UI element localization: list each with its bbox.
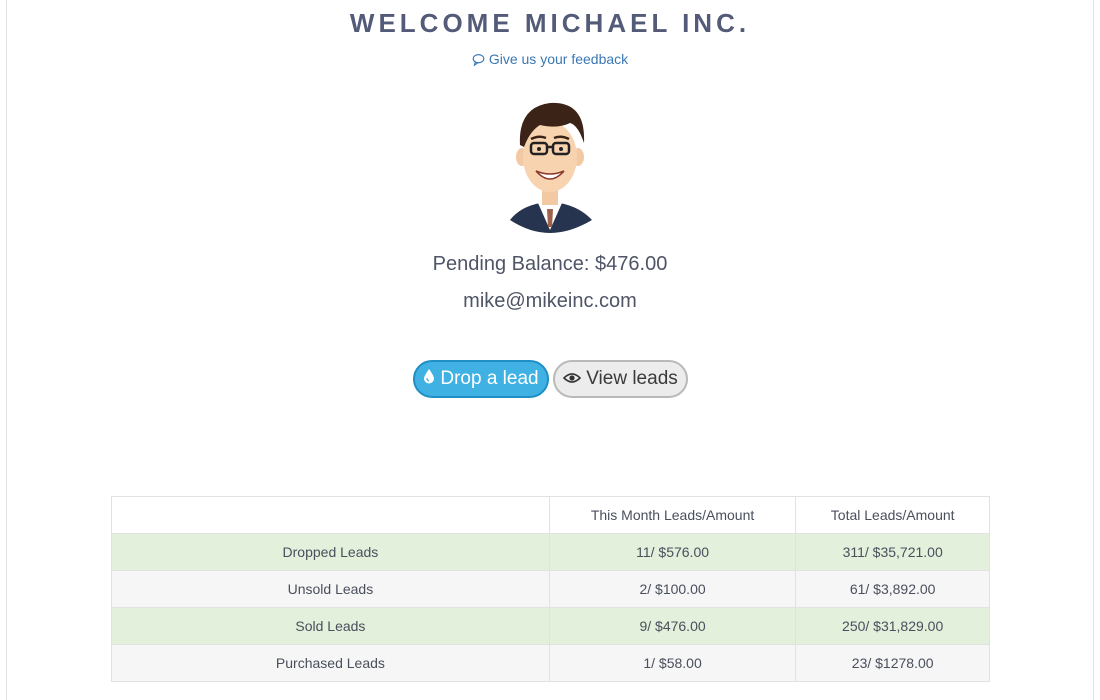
view-leads-button[interactable]: View leads [553,360,688,398]
row-total-value: 23/ $1278.00 [795,644,990,682]
comment-icon [472,53,485,69]
feedback-link-label: Give us your feedback [488,51,629,67]
page-title: WELCOME MICHAEL INC. [349,8,751,38]
column-header-total: Total Leads/Amount [795,496,990,534]
pending-balance: Pending Balance: $476.00 [432,253,668,275]
row-month-value: 1/ $58.00 [548,644,797,682]
drop-lead-label: Drop a lead [440,368,539,389]
table-row: Sold Leads 9/ $476.00 250/ $31,829.00 [111,607,990,645]
table-row: Unsold Leads 2/ $100.00 61/ $3,892.00 [111,570,990,608]
row-label: Sold Leads [111,607,550,645]
view-leads-label: View leads [586,368,678,389]
user-email: mike@mikeinc.com [463,290,637,312]
row-month-value: 9/ $476.00 [548,607,797,645]
avatar [500,95,600,235]
row-label: Dropped Leads [111,533,550,571]
drop-lead-button[interactable]: Drop a lead [413,360,549,398]
row-total-value: 250/ $31,829.00 [795,607,990,645]
drop-icon [423,368,440,390]
row-month-value: 2/ $100.00 [548,570,797,608]
table-row: Dropped Leads 11/ $576.00 311/ $35,721.0… [111,533,990,571]
table-row: Purchased Leads 1/ $58.00 23/ $1278.00 [111,644,990,682]
feedback-link[interactable]: Give us your feedback [0,51,1100,69]
row-label: Purchased Leads [111,644,550,682]
column-header-label [111,496,550,534]
table-header-row: This Month Leads/Amount Total Leads/Amou… [111,496,990,534]
leads-stats-table: This Month Leads/Amount Total Leads/Amou… [111,496,990,682]
row-month-value: 11/ $576.00 [548,533,797,571]
column-header-month: This Month Leads/Amount [548,496,797,534]
row-label: Unsold Leads [111,570,550,608]
eye-icon [563,368,586,390]
row-total-value: 311/ $35,721.00 [795,533,990,571]
row-total-value: 61/ $3,892.00 [795,570,990,608]
